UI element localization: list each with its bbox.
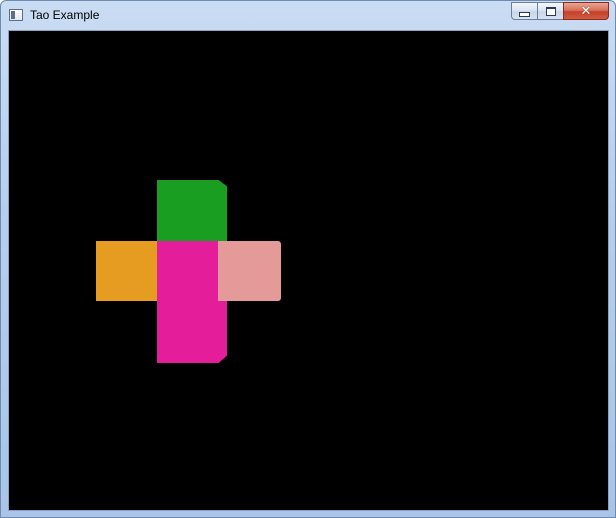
- window-title: Tao Example: [30, 8, 100, 22]
- caption-buttons: ✕: [511, 2, 609, 21]
- cube-face-green: [157, 180, 227, 242]
- cube-face-magenta: [157, 241, 227, 363]
- cube-face-pink: [218, 241, 281, 301]
- close-button[interactable]: ✕: [563, 2, 609, 20]
- maximize-icon: [545, 6, 556, 16]
- window-app-icon[interactable]: [9, 9, 23, 21]
- minimize-icon: [519, 11, 530, 17]
- minimize-button[interactable]: [511, 2, 537, 20]
- maximize-button[interactable]: [537, 2, 563, 20]
- title-bar[interactable]: Tao Example ✕: [1, 1, 615, 30]
- render-canvas[interactable]: [8, 30, 609, 511]
- app-window: Tao Example ✕: [0, 0, 616, 518]
- close-icon: ✕: [580, 3, 592, 19]
- cube-face-orange: [96, 241, 158, 301]
